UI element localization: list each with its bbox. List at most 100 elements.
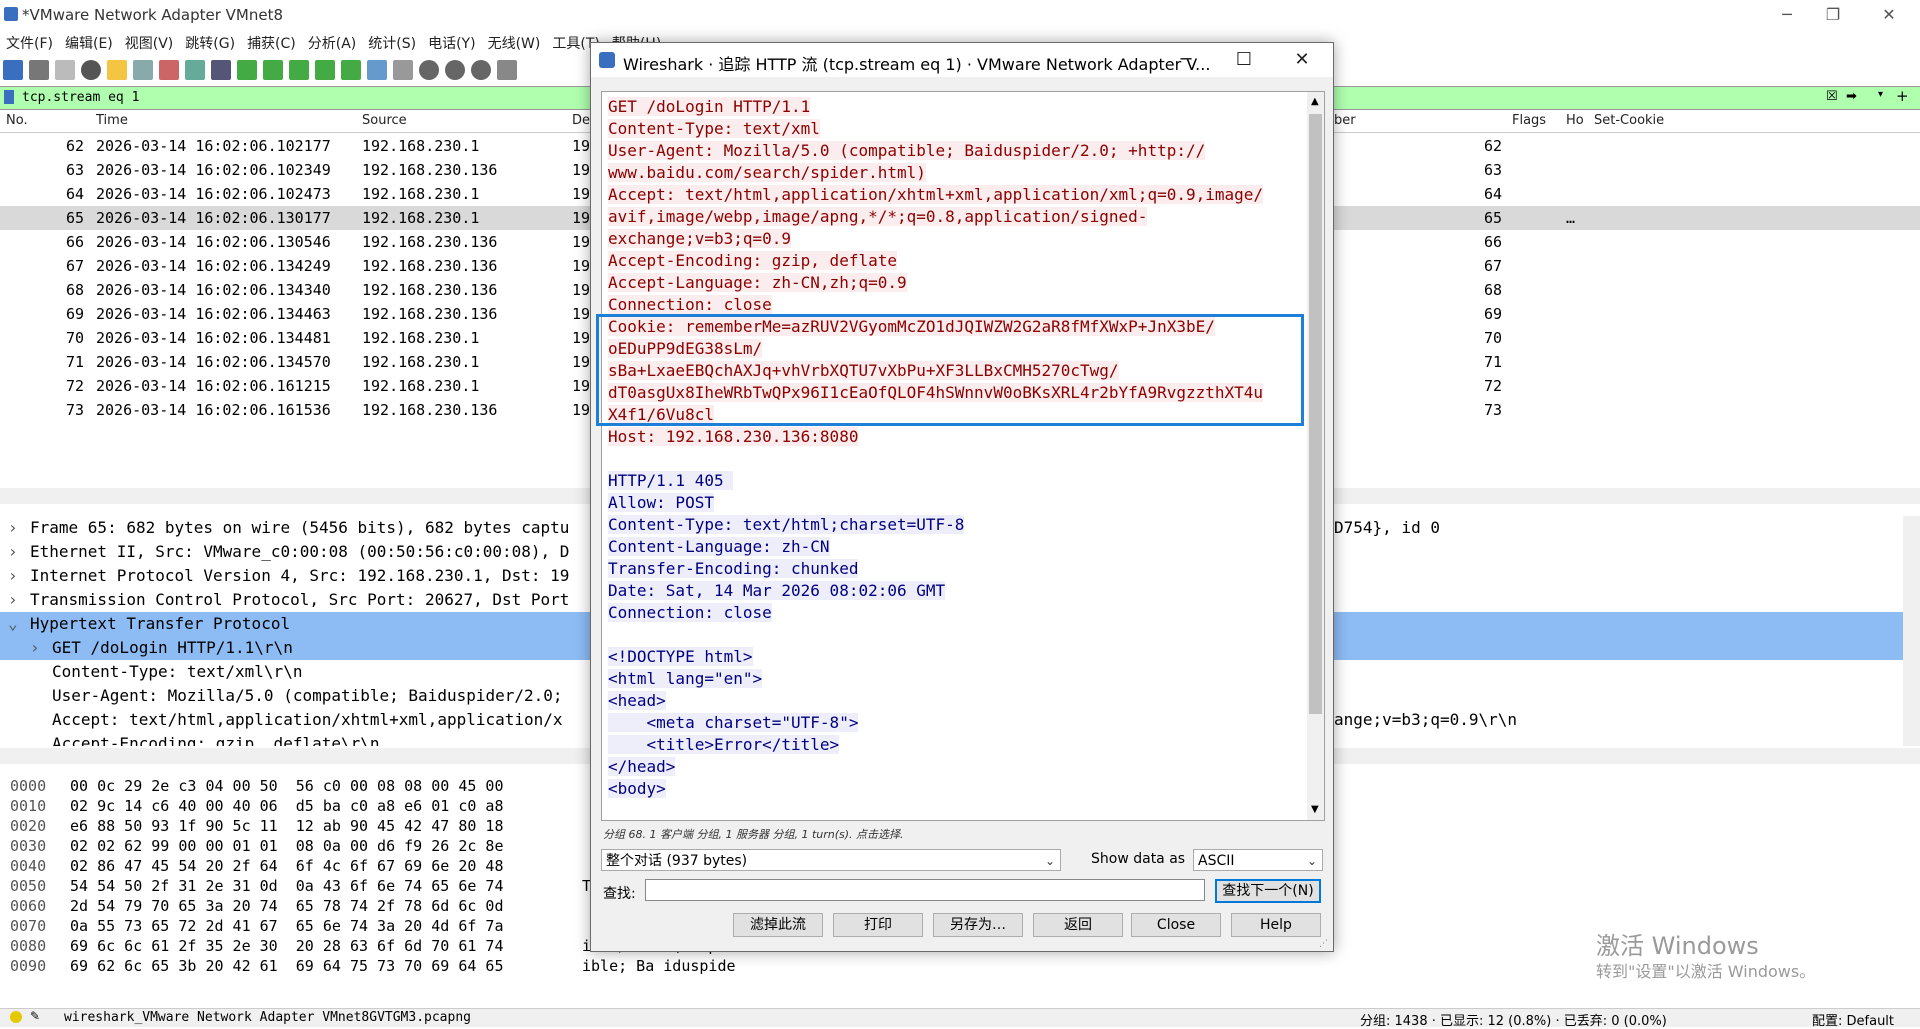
menu-item-2[interactable]: 视图(V) xyxy=(119,30,180,56)
close-button[interactable]: Close xyxy=(1131,913,1221,937)
clear-filter-icon[interactable]: ☒ xyxy=(1826,89,1838,104)
packet-time: 2026-03-14 16:02:06.130546 xyxy=(96,233,331,251)
stream-scroll-thumb[interactable] xyxy=(1309,114,1322,714)
byte-ascii: ible; Ba iduspide xyxy=(582,957,736,975)
stream-line-text: exchange;v=b3;q=0.9 xyxy=(608,229,792,248)
column-destination[interactable]: De xyxy=(572,113,590,128)
expand-arrow-icon[interactable]: ⌄ xyxy=(8,612,18,636)
menu-item-4[interactable]: 捕获(C) xyxy=(241,30,302,56)
zoom-in-icon[interactable] xyxy=(419,60,439,80)
packet-number: 69 xyxy=(1484,305,1503,323)
column-ho[interactable]: Ho xyxy=(1566,113,1584,128)
dialog-close-icon[interactable]: ✕ xyxy=(1279,43,1325,77)
expert-info-icon[interactable] xyxy=(10,1011,22,1023)
column-number[interactable]: ber xyxy=(1334,113,1356,128)
menu-item-8[interactable]: 无线(W) xyxy=(482,30,547,56)
menu-item-5[interactable]: 分析(A) xyxy=(302,30,363,56)
apply-filter-icon[interactable]: ➡ xyxy=(1846,89,1857,104)
resize-grip-icon[interactable]: ⋰ xyxy=(1319,939,1328,949)
first-packet-icon[interactable] xyxy=(315,60,335,80)
filter-history-icon[interactable]: ▾ xyxy=(1878,89,1883,100)
dialog-maximize-icon[interactable]: ☐ xyxy=(1221,43,1267,77)
statusbar: ✎ wireshark_VMware Network Adapter VMnet… xyxy=(0,1008,1920,1029)
details-vscroll[interactable] xyxy=(1903,516,1920,746)
byte-offset: 0050 xyxy=(10,877,47,895)
save-as-button[interactable]: 另存为… xyxy=(933,913,1023,937)
colorize-icon[interactable] xyxy=(393,60,413,80)
stream-line: www.baidu.com/search/spider.html) xyxy=(608,162,1294,184)
detail-text: Accept: text/html,application/xhtml+xml,… xyxy=(52,710,563,729)
find-next-button[interactable]: 查找下一个(N) xyxy=(1215,879,1321,903)
open-file-icon[interactable] xyxy=(107,60,127,80)
byte-offset: 0070 xyxy=(10,917,47,935)
filter-out-stream-button[interactable]: 滤掉此流 xyxy=(733,913,823,937)
activate-windows-watermark: 激活 Windows xyxy=(1596,932,1759,960)
reload-icon[interactable] xyxy=(185,60,205,80)
expand-arrow-icon[interactable]: › xyxy=(30,636,40,660)
last-packet-icon[interactable] xyxy=(341,60,361,80)
go-back-icon[interactable] xyxy=(237,60,257,80)
packet-time: 2026-03-14 16:02:06.134481 xyxy=(96,329,331,347)
packet-time: 2026-03-14 16:02:06.102473 xyxy=(96,185,331,203)
profile-label[interactable]: 配置: Default xyxy=(1812,1010,1894,1029)
save-file-icon[interactable] xyxy=(133,60,153,80)
back-button[interactable]: 返回 xyxy=(1033,913,1123,937)
stream-line: avif,image/webp,image/apng,*/*;q=0.8,app… xyxy=(608,206,1294,228)
packet-destination: 19 xyxy=(572,137,591,155)
find-input[interactable] xyxy=(645,879,1205,901)
conversation-select[interactable]: 整个对话 (937 bytes) ⌄ xyxy=(601,849,1061,871)
scroll-down-icon[interactable]: ▼ xyxy=(1311,804,1319,815)
menu-item-1[interactable]: 编辑(E) xyxy=(59,30,119,56)
stream-line: <!DOCTYPE html> xyxy=(608,646,1294,668)
packet-number: 66 xyxy=(1484,233,1503,251)
close-file-icon[interactable] xyxy=(159,60,179,80)
autoscroll-icon[interactable] xyxy=(367,60,387,80)
minimize-icon[interactable]: ─ xyxy=(1764,0,1810,30)
stop-capture-icon[interactable] xyxy=(29,60,49,80)
detail-text-right: ange;v=b3;q=0.9\r\n xyxy=(1334,710,1518,729)
restore-icon[interactable]: ❐ xyxy=(1810,0,1856,30)
print-button[interactable]: 打印 xyxy=(833,913,923,937)
menu-item-0[interactable]: 文件(F) xyxy=(0,30,59,56)
stream-line: Content-Type: text/xml xyxy=(608,118,1294,140)
start-capture-icon[interactable] xyxy=(3,60,23,80)
stream-content[interactable]: GET /doLogin HTTP/1.1 Content-Type: text/… xyxy=(601,91,1325,821)
go-to-packet-icon[interactable] xyxy=(289,60,309,80)
stream-line-text: Transfer-Encoding: chunked xyxy=(608,559,859,578)
restart-capture-icon[interactable] xyxy=(55,60,75,80)
packet-time: 2026-03-14 16:02:06.134249 xyxy=(96,257,331,275)
find-packet-icon[interactable] xyxy=(211,60,231,80)
column-source[interactable]: Source xyxy=(362,113,407,128)
expand-arrow-icon[interactable]: › xyxy=(8,588,18,612)
zoom-reset-icon[interactable] xyxy=(471,60,491,80)
expand-arrow-icon[interactable]: › xyxy=(8,516,18,540)
show-data-as-select[interactable]: ASCII ⌄ xyxy=(1193,849,1323,871)
packet-time: 2026-03-14 16:02:06.134570 xyxy=(96,353,331,371)
expand-arrow-icon[interactable]: › xyxy=(8,564,18,588)
menu-item-3[interactable]: 跳转(G) xyxy=(179,30,241,56)
stream-vscroll[interactable]: ▲ ▼ xyxy=(1307,92,1324,820)
dialog-minimize-icon[interactable]: ─ xyxy=(1163,43,1209,77)
column-set-cookie[interactable]: Set-Cookie xyxy=(1594,113,1664,128)
menu-item-7[interactable]: 电话(Y) xyxy=(422,30,481,56)
add-filter-button-icon[interactable]: + xyxy=(1896,87,1909,105)
go-forward-icon[interactable] xyxy=(263,60,283,80)
resize-columns-icon[interactable] xyxy=(497,60,517,80)
column-time[interactable]: Time xyxy=(96,113,128,128)
zoom-out-icon[interactable] xyxy=(445,60,465,80)
capture-options-icon[interactable] xyxy=(81,60,101,80)
byte-offset: 0020 xyxy=(10,817,47,835)
close-icon[interactable]: ✕ xyxy=(1866,0,1912,30)
menu-item-6[interactable]: 统计(S) xyxy=(362,30,422,56)
bookmark-icon[interactable] xyxy=(4,90,14,104)
scroll-up-icon[interactable]: ▲ xyxy=(1311,96,1319,107)
help-button[interactable]: Help xyxy=(1231,913,1321,937)
expand-arrow-icon[interactable]: › xyxy=(8,540,18,564)
byte-offset: 0090 xyxy=(10,957,47,975)
edit-comment-icon[interactable]: ✎ xyxy=(30,1009,40,1023)
column-no[interactable]: No. xyxy=(6,113,28,128)
packet-destination: 19 xyxy=(572,257,591,275)
detail-text: Frame 65: 682 bytes on wire (5456 bits),… xyxy=(30,518,570,537)
column-flags[interactable]: Flags xyxy=(1512,113,1546,128)
stream-line-text: <html lang="en"> xyxy=(608,669,763,688)
